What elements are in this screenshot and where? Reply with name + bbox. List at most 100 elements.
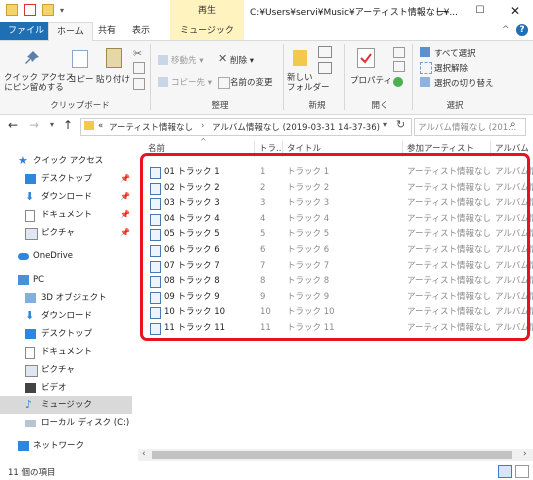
move-to-button[interactable]: 移動先 ▾: [171, 54, 203, 66]
select-none-icon: [420, 62, 432, 74]
close-button[interactable]: ✕: [497, 0, 533, 22]
sidebar-item-downloads-pc[interactable]: ⬇ ダウンロード: [0, 307, 132, 325]
new-folder-icon[interactable]: [42, 4, 54, 16]
tab-view[interactable]: 表示: [124, 22, 158, 40]
invert-selection-button[interactable]: 選択の切り替え: [434, 77, 494, 89]
desktop-icon: [25, 329, 36, 339]
download-icon: ⬇: [25, 190, 35, 203]
highlight-box: [140, 153, 530, 341]
up-button[interactable]: ↑: [63, 118, 73, 132]
search-icon[interactable]: ⌕: [510, 119, 516, 130]
delete-button[interactable]: 削除 ▾: [230, 54, 254, 66]
group-select-label: 選択: [446, 101, 464, 111]
scroll-left-icon[interactable]: ‹: [142, 449, 146, 459]
star-icon: ★: [18, 154, 28, 167]
details-view-icon[interactable]: [498, 465, 512, 478]
sidebar-item-documents-pc[interactable]: ドキュメント: [0, 343, 132, 361]
tab-share[interactable]: 共有: [90, 22, 124, 40]
select-all-button[interactable]: すべて選択: [434, 47, 476, 59]
sidebar-item-pc[interactable]: PC: [0, 271, 132, 289]
pin-icon[interactable]: 📌: [120, 170, 130, 188]
open-icon[interactable]: [393, 47, 405, 58]
sidebar-item-desktop-pc[interactable]: デスクトップ: [0, 325, 132, 343]
pin-icon[interactable]: 📌: [120, 206, 130, 224]
new-folder-button[interactable]: 新しい フォルダー: [287, 73, 330, 93]
sidebar-item-local-disk[interactable]: ローカル ディスク (C:): [0, 414, 132, 432]
maximize-button[interactable]: ☐: [462, 0, 498, 22]
pin-quick-access-button[interactable]: クイック アクセス にピン留めする: [4, 73, 74, 93]
rename-icon: [218, 77, 230, 89]
picture-icon: [25, 228, 38, 240]
copy-to-button[interactable]: コピー先 ▾: [171, 76, 212, 88]
new-folder-icon[interactable]: [293, 50, 307, 66]
invert-selection-icon: [420, 77, 430, 87]
sidebar-item-3d-objects[interactable]: 3D オブジェクト: [0, 289, 132, 307]
group-new-label: 新規: [308, 101, 326, 111]
breadcrumb-item[interactable]: アーティスト情報なし: [109, 121, 193, 133]
sidebar-item-downloads[interactable]: ⬇ ダウンロード 📌: [0, 188, 132, 206]
paste-shortcut-icon[interactable]: [133, 78, 145, 90]
scrollbar-thumb[interactable]: [152, 451, 512, 459]
delete-icon: ✕: [218, 52, 228, 65]
breadcrumb-item[interactable]: アルバム情報なし (2019-03-31 14-37-36): [212, 121, 380, 133]
status-bar: [0, 462, 533, 480]
sidebar-item-pictures-pc[interactable]: ピクチャ: [0, 361, 132, 379]
sidebar-item-documents[interactable]: ドキュメント 📌: [0, 206, 132, 224]
scroll-right-icon[interactable]: ›: [523, 449, 527, 459]
tab-home[interactable]: ホーム: [48, 22, 93, 41]
ribbon-divider: [344, 44, 345, 110]
collapse-ribbon-icon[interactable]: ^: [502, 25, 510, 35]
sidebar-item-videos[interactable]: ビデオ: [0, 379, 132, 397]
copy-to-icon: [158, 77, 168, 87]
group-clipboard-label: クリップボード: [50, 101, 110, 111]
network-icon: [18, 441, 29, 451]
new-item-icon[interactable]: [318, 46, 332, 58]
recent-locations-button[interactable]: ▾: [50, 120, 54, 129]
select-none-button[interactable]: 選択解除: [434, 62, 468, 74]
video-icon: [25, 383, 36, 393]
properties-icon[interactable]: [24, 4, 36, 16]
sidebar-item-desktop[interactable]: デスクトップ 📌: [0, 170, 132, 188]
properties-icon[interactable]: [357, 48, 375, 68]
tab-music-tools[interactable]: ミュージック ツール: [170, 22, 244, 54]
pin-icon[interactable]: 📌: [120, 224, 130, 242]
breadcrumb-overflow[interactable]: «: [98, 121, 103, 131]
copy-path-icon[interactable]: [133, 62, 145, 74]
address-dropdown-icon[interactable]: ▾: [383, 120, 387, 129]
sidebar-item-onedrive[interactable]: OneDrive: [0, 247, 132, 265]
context-tab-group: 再生: [170, 0, 244, 22]
search-placeholder: アルバム情報なし (201...: [418, 123, 517, 133]
sidebar-item-network[interactable]: ネットワーク: [0, 437, 132, 455]
customize-qat-icon[interactable]: ▾: [60, 6, 64, 15]
sidebar-item-pictures[interactable]: ピクチャ 📌: [0, 224, 132, 242]
sidebar-item-quick-access[interactable]: ★ クイック アクセス: [0, 152, 132, 170]
help-icon[interactable]: ?: [516, 24, 528, 36]
paste-button[interactable]: 貼り付け: [96, 73, 130, 85]
picture-icon: [25, 365, 38, 377]
folder-icon[interactable]: [6, 4, 18, 16]
rename-button[interactable]: 名前の変更: [230, 76, 273, 88]
breadcrumb-separator[interactable]: ›: [201, 121, 204, 131]
forward-button[interactable]: →: [29, 118, 39, 132]
music-note-icon: ♪: [25, 398, 33, 411]
paste-icon[interactable]: [106, 48, 122, 68]
properties-button[interactable]: プロパティ: [350, 74, 392, 86]
minimize-button[interactable]: —: [424, 0, 460, 22]
pin-icon[interactable]: 📌: [120, 188, 130, 206]
group-organize-label: 整理: [211, 101, 229, 111]
folder-icon: [84, 121, 94, 130]
history-icon[interactable]: [393, 77, 403, 87]
refresh-button[interactable]: ↻: [396, 118, 405, 131]
copy-button[interactable]: コピー: [68, 73, 94, 85]
sidebar-item-music[interactable]: ♪ ミュージック: [0, 396, 132, 414]
cut-icon[interactable]: ✂: [133, 47, 142, 60]
large-icons-view-icon[interactable]: [515, 465, 529, 478]
tab-file[interactable]: ファイル: [0, 22, 53, 40]
group-open-label: 開く: [371, 101, 389, 111]
copy-icon[interactable]: [72, 50, 88, 68]
edit-icon[interactable]: [393, 61, 405, 72]
pin-icon[interactable]: [24, 50, 40, 66]
sort-indicator-icon: ^: [200, 137, 207, 146]
back-button[interactable]: ←: [8, 118, 18, 132]
ribbon-divider: [150, 44, 151, 110]
